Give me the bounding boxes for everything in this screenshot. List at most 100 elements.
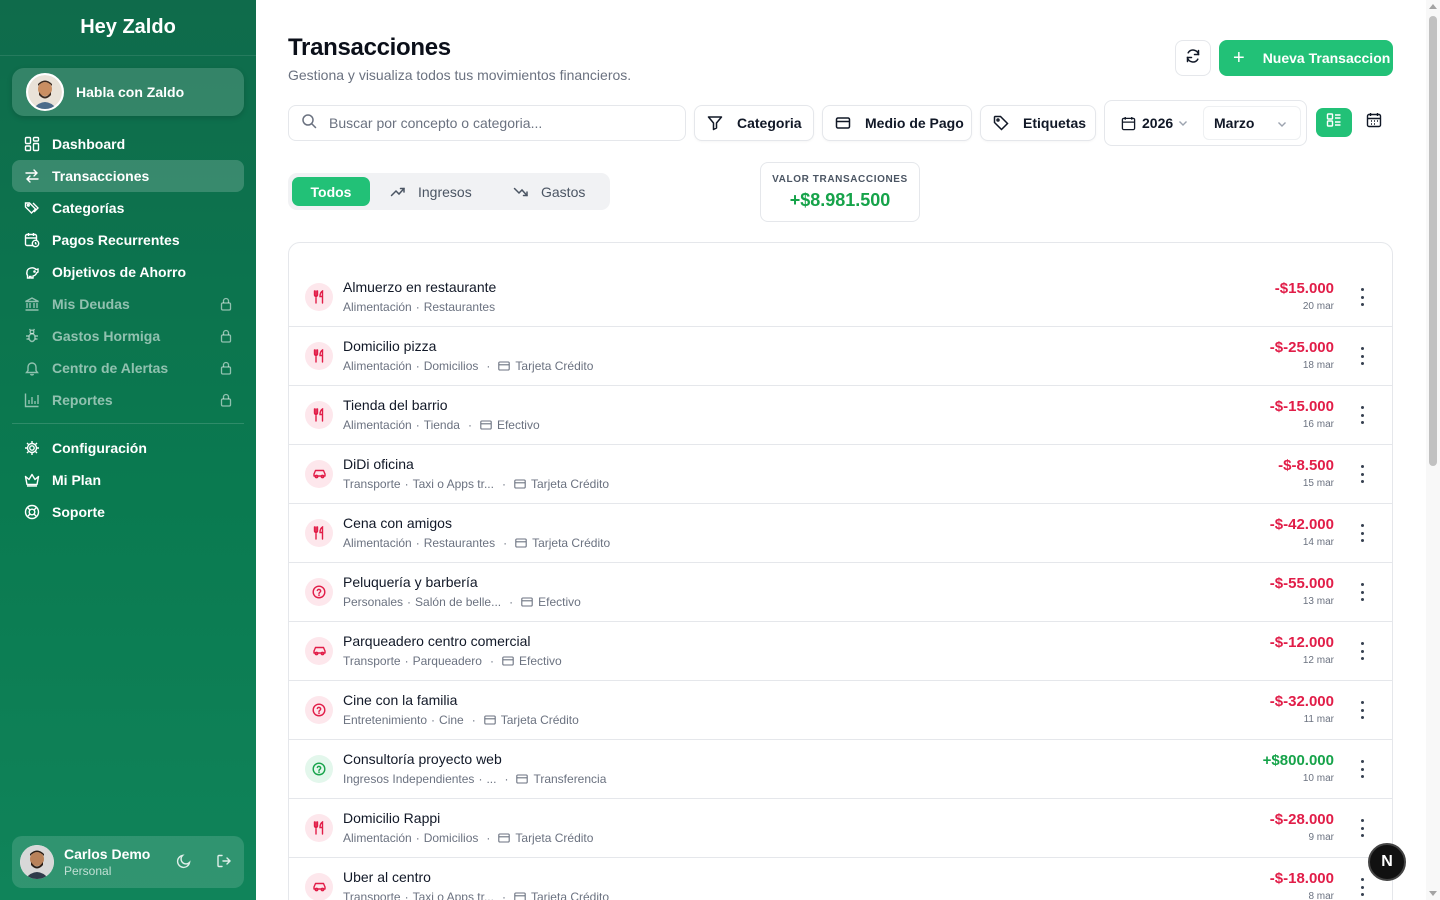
sidebar-item-centro-alertas[interactable]: Centro de Alertas [12,352,244,384]
tab-gastos[interactable]: Gastos [513,177,585,206]
tab-ingresos[interactable]: Ingresos [390,177,472,206]
chevron-down-icon [1177,116,1189,132]
payment-method-filter-label: Medio de Pago [865,115,964,131]
scroll-down-arrow[interactable] [1429,891,1437,896]
more-options-icon[interactable] [1356,760,1368,778]
refresh-icon [1185,48,1201,69]
sidebar-item-pagos-recurrentes[interactable]: Pagos Recurrentes [12,224,244,256]
table-row[interactable]: Tienda del barrio Alimentación · Tienda … [289,385,1392,444]
tags-filter-label: Etiquetas [1023,115,1087,131]
transaction-category: Alimentación [343,418,412,432]
calendar-icon [1121,116,1136,131]
sidebar-item-gastos-hormiga[interactable]: Gastos Hormiga [12,320,244,352]
transaction-title: Uber al centro [343,869,431,885]
more-options-icon[interactable] [1356,583,1368,601]
user-card[interactable]: Carlos Demo Personal [12,836,244,888]
transaction-category: Entretenimiento [343,713,428,727]
refresh-button[interactable] [1175,40,1211,76]
more-options-icon[interactable] [1356,819,1368,837]
table-row[interactable]: Parqueadero centro comercial Transporte … [289,621,1392,680]
car-icon [305,873,333,900]
credit-card-icon [502,656,514,666]
table-row[interactable]: Cena con amigos Alimentación · Restauran… [289,503,1392,562]
transaction-category: Alimentación [343,359,412,373]
moon-icon[interactable] [176,853,192,874]
sidebar-item-objetivos-ahorro[interactable]: Objetivos de Ahorro [12,256,244,288]
calendar-view-toggle[interactable] [1356,108,1392,137]
framework-badge[interactable]: N [1368,843,1406,881]
sidebar-item-label: Reportes [52,392,113,408]
more-options-icon[interactable] [1356,701,1368,719]
sidebar-item-soporte[interactable]: Soporte [12,496,244,528]
month-select[interactable]: Marzo [1203,106,1301,140]
search-input[interactable] [329,115,649,131]
filter-icon [707,115,723,131]
sidebar-item-categorias[interactable]: Categorías [12,192,244,224]
credit-card-icon [514,479,526,489]
transaction-subcategory: Domicilios [423,831,479,845]
transaction-date: 14 mar [1302,537,1334,548]
sidebar-item-mi-plan[interactable]: Mi Plan [12,464,244,496]
category-filter-button[interactable]: Categoria [694,105,814,141]
more-options-icon[interactable] [1356,465,1368,483]
help-circle-icon [305,696,333,724]
more-options-icon[interactable] [1356,406,1368,424]
sidebar-item-label: Pagos Recurrentes [52,232,180,248]
transaction-subcategory: Taxi o Apps tr... [412,477,494,491]
transaction-date: 9 mar [1308,832,1334,843]
more-options-icon[interactable] [1356,288,1368,306]
search-icon [301,113,317,134]
table-row[interactable]: Consultoría proyecto web Ingresos Indepe… [289,739,1392,798]
transaction-category: Alimentación [343,300,412,314]
sidebar-item-dashboard[interactable]: Dashboard [12,128,244,160]
sidebar-item-label: Dashboard [52,136,126,152]
transaction-category: Transporte [343,890,401,900]
brand-logo[interactable]: Hey Zaldo [0,0,256,56]
transaction-category: Transporte [343,654,401,668]
transaction-date: 12 mar [1302,655,1334,666]
lock-icon [220,361,232,375]
table-row[interactable]: DiDi oficina Transporte · Taxi o Apps tr… [289,444,1392,503]
year-select[interactable]: 2026 [1111,106,1197,140]
transactions-list: Almuerzo en restaurante Alimentación · R… [288,242,1393,900]
page-scrollbar[interactable] [1426,0,1440,900]
table-row[interactable]: Almuerzo en restaurante Alimentación · R… [289,243,1392,326]
table-row[interactable]: Cine con la familia Entretenimiento · Ci… [289,680,1392,739]
table-row[interactable]: Domicilio pizza Alimentación · Domicilio… [289,326,1392,385]
chat-with-zaldo-button[interactable]: Habla con Zaldo [12,68,244,116]
sidebar-item-label: Transacciones [52,168,150,184]
scroll-thumb[interactable] [1429,16,1437,466]
bank-icon [24,296,40,312]
credit-card-icon [516,774,529,784]
transaction-category: Alimentación [343,831,412,845]
table-row[interactable]: Domicilio Rappi Alimentación · Domicilio… [289,798,1392,857]
more-options-icon[interactable] [1356,878,1368,896]
transaction-amount: +$800.000 [1262,752,1334,769]
table-row[interactable]: Peluquería y barbería Personales · Salón… [289,562,1392,621]
trending-up-icon [390,184,406,200]
more-options-icon[interactable] [1356,347,1368,365]
transaction-meta: Ingresos Independientes · ... · Transfere… [343,772,607,786]
total-label: VALOR TRANSACCIONES [772,174,908,185]
transaction-date: 20 mar [1302,301,1334,312]
logout-icon[interactable] [216,853,232,874]
payment-method-filter-button[interactable]: Medio de Pago [822,105,972,141]
scroll-up-arrow[interactable] [1429,4,1437,9]
table-row[interactable]: Uber al centro Transporte · Taxi o Apps … [289,857,1392,900]
more-options-icon[interactable] [1356,524,1368,542]
more-options-icon[interactable] [1356,642,1368,660]
chevron-down-icon [1276,117,1288,133]
sidebar-item-configuracion[interactable]: Configuración [12,432,244,464]
transaction-meta: Entretenimiento · Cine · Tarjeta Crédito [343,713,579,727]
tags-filter-button[interactable]: Etiquetas [980,105,1096,141]
sidebar-nav: Dashboard Transacciones Categorías Pagos… [12,128,244,528]
new-transaction-button[interactable]: + Nueva Transaccion [1219,40,1393,76]
transaction-meta: Personales · Salón de belle... · Efectivo [343,595,581,609]
dashboard-icon [24,136,40,152]
list-view-toggle[interactable] [1316,108,1352,137]
help-circle-icon [305,578,333,606]
sidebar-item-transacciones[interactable]: Transacciones [12,160,244,192]
sidebar-item-reportes[interactable]: Reportes [12,384,244,416]
tab-todos[interactable]: Todos [292,177,370,206]
sidebar-item-mis-deudas[interactable]: Mis Deudas [12,288,244,320]
